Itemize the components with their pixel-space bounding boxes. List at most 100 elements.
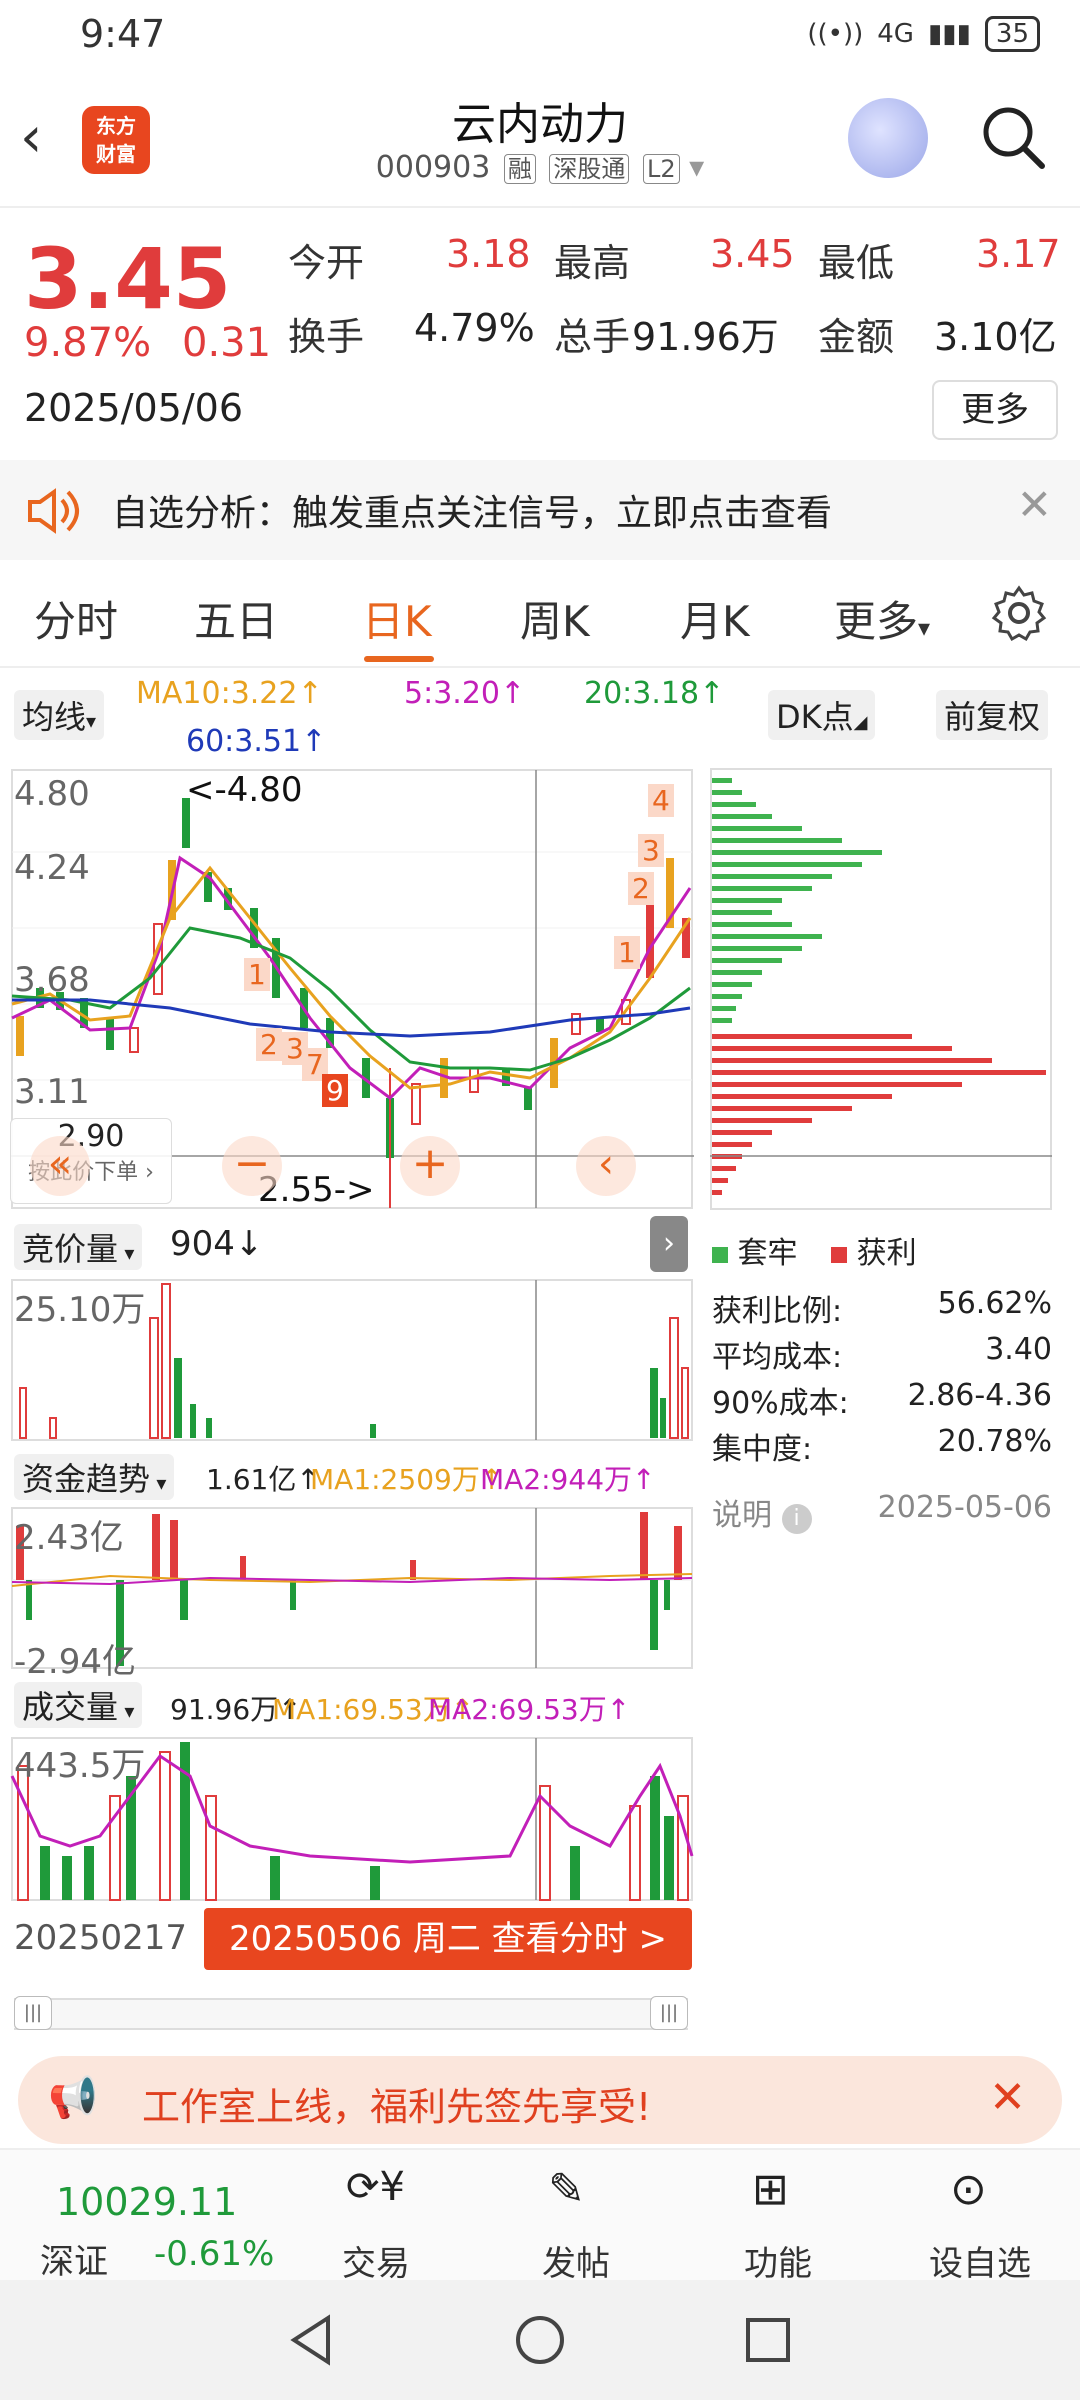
- kline-area: 均线▾ MA10:3.22↑ 5:3.20↑ 20:3.18↑ 60:3.51↑…: [0, 668, 1080, 2058]
- volume-label: 总手: [554, 315, 631, 359]
- restore-right-select[interactable]: 前复权: [936, 690, 1049, 740]
- nav-functions[interactable]: 功能: [698, 2236, 858, 2285]
- y-label-2: 4.24: [14, 848, 90, 888]
- tab-monthly-k[interactable]: 月K: [680, 588, 750, 649]
- bid-volume-value: 904↓: [170, 1224, 264, 1264]
- range-handle-right[interactable]: |||: [650, 1996, 688, 2030]
- amount-value: 3.10亿: [934, 315, 1057, 359]
- chip-row: 集中度: 20.78%: [712, 1424, 1052, 1467]
- volume-select[interactable]: 成交量 ▾: [14, 1682, 143, 1728]
- dropdown-icon[interactable]: ▾: [689, 150, 704, 185]
- tab-more[interactable]: 更多▾: [834, 588, 930, 649]
- gear-icon[interactable]: [990, 584, 1048, 642]
- chip-stats: 获利比例: 56.62% 平均成本: 3.40 90%成本: 2.86-4.36 集中…: [712, 1286, 1052, 1536]
- signal-label: 9: [322, 1074, 348, 1107]
- step-left-icon[interactable]: ‹: [576, 1136, 636, 1196]
- nav-post[interactable]: 发帖: [496, 2236, 656, 2285]
- ma10-label: MA10:3.22↑: [136, 676, 323, 711]
- close-banner-icon[interactable]: ✕: [989, 2072, 1026, 2123]
- dk-select[interactable]: DK点◢: [768, 690, 876, 740]
- volume-value: 91.96万: [632, 315, 779, 359]
- nav-add-watchlist[interactable]: 设自选: [900, 2236, 1060, 2285]
- ma60-label: 60:3.51↑: [186, 724, 327, 759]
- high-label: 最高: [554, 241, 631, 285]
- zoom-out-icon[interactable]: −: [222, 1136, 282, 1196]
- tab-daily-k[interactable]: 日K: [362, 588, 432, 649]
- speaker-icon: [28, 488, 79, 534]
- expand-icon[interactable]: ›: [650, 1216, 688, 1272]
- fund-trend-max: 2.43亿: [14, 1518, 124, 1558]
- tag-connect: 深股通: [549, 154, 630, 184]
- megaphone-icon: 📢: [48, 2075, 98, 2121]
- change-value: 0.31: [182, 320, 272, 366]
- fund-trend-value: 1.61亿↑: [206, 1463, 320, 1496]
- quote-date: 2025/05/06: [24, 386, 244, 430]
- status-bar: 9:47 ((•)) 4G ▮▮▮ 35: [0, 0, 1080, 70]
- chip-legend: 套牢 获利: [712, 1228, 917, 1272]
- range-handle-left[interactable]: |||: [14, 1996, 52, 2030]
- last-price: 3.45: [24, 230, 232, 328]
- y-label-3: 3.68: [14, 960, 90, 1000]
- volume-ma2: MA2:69.53万↑: [428, 1693, 631, 1726]
- chip-distribution-chart[interactable]: [710, 768, 1052, 1210]
- tab-weekly-k[interactable]: 周K: [520, 588, 590, 649]
- network-label: 4G: [877, 19, 914, 49]
- range-scrollbar[interactable]: ||| |||: [14, 1996, 688, 2030]
- nav-recents-icon[interactable]: [738, 2310, 798, 2370]
- bid-volume-select[interactable]: 竞价量 ▾: [14, 1224, 143, 1270]
- high-value: 3.45: [710, 232, 795, 276]
- signal-label: 1: [614, 936, 640, 969]
- active-tab-indicator: [364, 656, 434, 662]
- index-name[interactable]: 深证: [40, 2234, 108, 2283]
- signal-icon: ▮▮▮: [927, 19, 971, 49]
- promo-text: 工作室上线，福利先签先享受!: [142, 2085, 652, 2129]
- low-value: 3.17: [976, 232, 1061, 276]
- nav-trade[interactable]: 交易: [296, 2236, 456, 2285]
- open-label: 今开: [288, 241, 365, 285]
- turnover-value: 4.79%: [414, 306, 535, 350]
- chip-row: 平均成本: 3.40: [712, 1332, 1052, 1375]
- nav-back-icon[interactable]: [282, 2310, 342, 2370]
- trade-icon: ⟳¥: [346, 2164, 405, 2210]
- fund-ma1: MA1:2509万↑: [310, 1463, 504, 1496]
- chip-note-row[interactable]: 说明 i 2025-05-06: [712, 1490, 1052, 1536]
- more-dots-icon: ⊙: [950, 2164, 987, 2215]
- edit-icon: ✎: [548, 2164, 585, 2215]
- period-tabs: 分时 五日 日K 周K 月K 更多▾: [0, 560, 1080, 668]
- tab-intraday[interactable]: 分时: [34, 588, 118, 649]
- fund-trend-min: -2.94亿: [14, 1642, 136, 1682]
- turnover-label: 换手: [288, 315, 365, 359]
- signal-label: 1: [244, 958, 270, 991]
- index-value[interactable]: 10029.11: [56, 2180, 237, 2224]
- index-change[interactable]: -0.61%: [154, 2234, 274, 2274]
- zoom-in-icon[interactable]: +: [400, 1136, 460, 1196]
- more-button[interactable]: 更多: [932, 380, 1058, 440]
- stock-header: ‹ 东方 财富 云内动力 000903 融 深股通 L2 ▾: [0, 70, 1080, 208]
- signal-label: 3: [638, 834, 664, 867]
- notice-text: 自选分析：触发重点关注信号，立即点击查看: [112, 493, 833, 534]
- tab-five-day[interactable]: 五日: [194, 588, 278, 649]
- close-icon[interactable]: ✕: [1017, 480, 1052, 529]
- chip-row: 获利比例: 56.62%: [712, 1286, 1052, 1329]
- ma-select[interactable]: 均线▾: [14, 690, 105, 740]
- grid-icon: ⊞: [752, 2164, 789, 2215]
- promo-banner[interactable]: 📢 工作室上线，福利先签先享受! ✕: [18, 2056, 1062, 2144]
- status-icons: ((•)) 4G ▮▮▮ 35: [807, 16, 1040, 52]
- fund-trend-select[interactable]: 资金趋势 ▾: [14, 1454, 175, 1500]
- scroll-left-fast-icon[interactable]: «: [30, 1136, 90, 1196]
- signal-label: 2: [628, 872, 654, 905]
- status-time: 9:47: [80, 12, 166, 56]
- volume-max: 443.5万: [14, 1746, 146, 1786]
- assistant-avatar[interactable]: [848, 98, 928, 178]
- open-value: 3.18: [446, 232, 531, 276]
- nav-home-icon[interactable]: [510, 2310, 570, 2370]
- amount-label: 金额: [818, 315, 895, 359]
- high-marker: <-4.80: [186, 770, 303, 810]
- search-icon[interactable]: [978, 102, 1048, 172]
- bid-volume-max: 25.10万: [14, 1290, 146, 1330]
- notice-bar[interactable]: 自选分析：触发重点关注信号，立即点击查看 ✕: [0, 460, 1080, 560]
- signal-label: 4: [648, 784, 674, 817]
- cursor-date-button[interactable]: 20250506 周二 查看分时 >: [204, 1908, 692, 1970]
- y-label-1: 4.80: [14, 774, 90, 814]
- ma20-label: 20:3.18↑: [584, 676, 725, 711]
